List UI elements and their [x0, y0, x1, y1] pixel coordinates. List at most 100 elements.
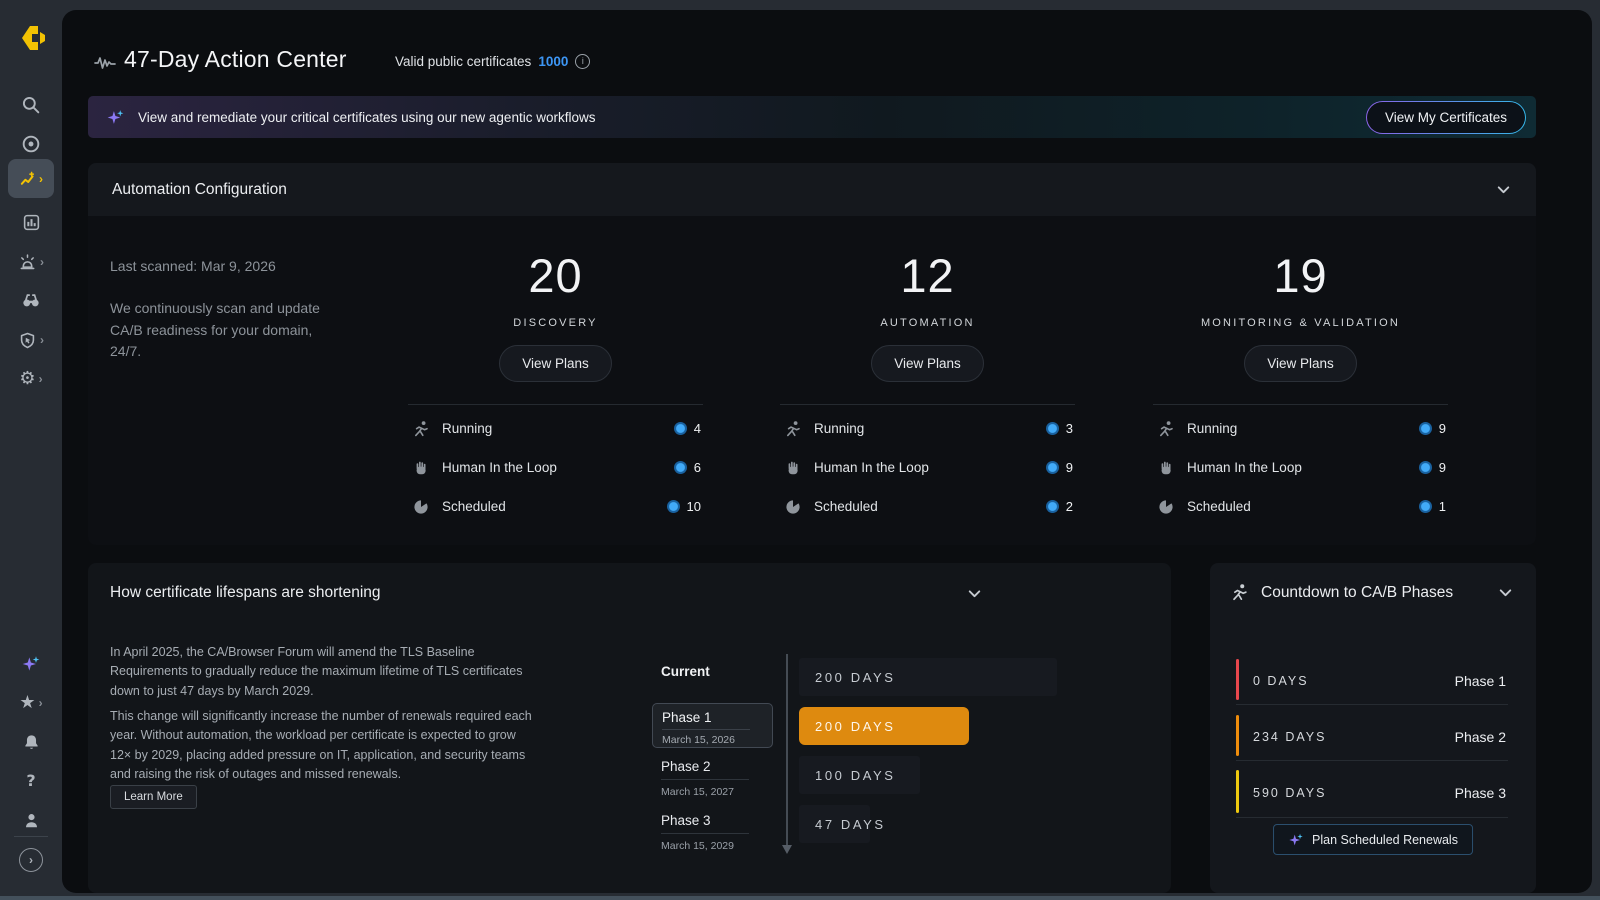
brand-logo-icon[interactable]	[16, 22, 48, 54]
countdown-header: Countdown to CA/B Phases	[1210, 563, 1536, 602]
status-row-running[interactable]: Running 4	[408, 409, 703, 448]
status-row-running[interactable]: Running 3	[780, 409, 1075, 448]
panel-title: How certificate lifespans are shortening	[110, 584, 381, 602]
phase-accent-bar	[1236, 715, 1239, 756]
status-count: 9	[1419, 460, 1446, 475]
main-surface: 47-Day Action Center Valid public certif…	[62, 10, 1592, 893]
clock-icon	[784, 498, 802, 516]
status-row-scheduled[interactable]: Scheduled 10	[408, 487, 703, 526]
phase-name: Phase 1	[662, 710, 750, 730]
status-label: Human In the Loop	[1187, 460, 1302, 475]
hand-icon	[412, 459, 430, 477]
stat-count: 20	[408, 248, 703, 303]
chevron-down-icon[interactable]	[1495, 181, 1512, 198]
phase-tab-3[interactable]: Phase 3 March 15, 2029	[661, 812, 761, 852]
sidebar-item-notifications[interactable]	[0, 725, 62, 759]
chevron-right-icon: ›	[39, 372, 43, 386]
chevron-right-icon: ›	[40, 255, 44, 269]
status-row-human-in-the-loop[interactable]: Human In the Loop 9	[780, 448, 1075, 487]
valid-certificates-label: Valid public certificates	[395, 54, 531, 69]
chevron-right-circle-icon: ›	[19, 848, 43, 872]
status-count: 2	[1046, 499, 1073, 514]
automation-configuration-header[interactable]: Automation Configuration	[88, 163, 1536, 216]
status-label: Scheduled	[814, 499, 878, 514]
sidebar-item-search[interactable]	[0, 88, 62, 122]
panel-title: Automation Configuration	[112, 181, 287, 199]
stat-label: AUTOMATION	[780, 317, 1075, 329]
count-dot-icon	[1046, 422, 1059, 435]
sidebar-item-favorites[interactable]: ★ ›	[0, 686, 62, 720]
sidebar-item-alerts[interactable]: ›	[0, 245, 62, 279]
chevron-right-icon: ›	[39, 172, 43, 186]
sidebar-item-ai-assistant[interactable]	[0, 647, 62, 681]
status-label: Scheduled	[1187, 499, 1251, 514]
phase-tab-1-selected[interactable]: Phase 1 March 15, 2026	[652, 703, 773, 748]
phase-tab-2[interactable]: Phase 2 March 15, 2027	[661, 758, 761, 798]
phase-accent-bar	[1236, 770, 1239, 813]
question-mark-icon: ?	[26, 773, 35, 789]
phase-accent-bar	[1236, 659, 1239, 700]
lifespans-paragraph-1: In April 2025, the CA/Browser Forum will…	[110, 643, 538, 701]
lifespan-bar: 47 DAYS	[799, 805, 870, 843]
clock-icon	[412, 498, 430, 516]
lifespans-paragraph-2: This change will significantly increase …	[110, 707, 538, 785]
valid-certificates-summary: Valid public certificates 1000 i	[395, 54, 590, 69]
status-row-human-in-the-loop[interactable]: Human In the Loop 9	[1153, 448, 1448, 487]
sidebar-item-help[interactable]: ?	[0, 764, 62, 798]
sparkles-icon	[1288, 832, 1304, 848]
sidebar-item-automation-workflows-active[interactable]: ›	[8, 159, 54, 198]
phase-date: March 15, 2027	[661, 786, 761, 798]
view-plans-button[interactable]: View Plans	[499, 345, 612, 382]
chevron-down-icon[interactable]	[1497, 584, 1514, 601]
learn-more-button[interactable]: Learn More	[110, 785, 197, 809]
days-remaining: 590 DAYS	[1253, 786, 1326, 800]
clock-icon	[1157, 498, 1175, 516]
status-label: Scheduled	[442, 499, 506, 514]
runner-icon	[412, 420, 430, 438]
status-rows: Running 3 Human In the Loop 9 Scheduled …	[780, 404, 1075, 526]
status-count: 1	[1419, 499, 1446, 514]
scan-note: Last scanned: Mar 9, 2026 We continuousl…	[110, 258, 325, 363]
agentic-workflows-banner: View and remediate your critical certifi…	[88, 96, 1536, 138]
status-label: Running	[814, 421, 864, 436]
status-row-running[interactable]: Running 9	[1153, 409, 1448, 448]
chevron-down-icon[interactable]	[966, 585, 983, 602]
info-icon[interactable]: i	[575, 54, 590, 69]
runner-icon	[1230, 583, 1249, 602]
hand-icon	[1157, 459, 1175, 477]
sidebar-item-reports[interactable]	[0, 205, 62, 239]
status-row-scheduled[interactable]: Scheduled 1	[1153, 487, 1448, 526]
view-plans-button[interactable]: View Plans	[1244, 345, 1357, 382]
siren-icon	[18, 253, 37, 272]
banner-text: View and remediate your critical certifi…	[138, 110, 595, 125]
valid-certificates-count[interactable]: 1000	[538, 54, 568, 69]
status-count: 3	[1046, 421, 1073, 436]
sidebar-item-scan-target[interactable]	[0, 127, 62, 161]
status-row-scheduled[interactable]: Scheduled 2	[780, 487, 1075, 526]
countdown-row-phase-3: 590 DAYS Phase 3	[1236, 768, 1508, 818]
status-label: Running	[442, 421, 492, 436]
count-dot-icon	[1419, 422, 1432, 435]
plan-scheduled-renewals-button[interactable]: Plan Scheduled Renewals	[1273, 824, 1473, 855]
sidebar: › › › ⚙ › ★ › ? ›	[0, 0, 62, 900]
view-my-certificates-button[interactable]: View My Certificates	[1366, 101, 1526, 134]
binoculars-icon	[21, 290, 41, 310]
count-dot-icon	[667, 500, 680, 513]
sidebar-item-remediation[interactable]: ›	[0, 323, 62, 357]
sparkles-icon	[106, 108, 125, 127]
bar-chart-icon	[22, 213, 41, 232]
sidebar-collapse-button[interactable]: ›	[0, 843, 62, 877]
sidebar-item-settings[interactable]: ⚙ ›	[0, 362, 62, 396]
view-plans-button[interactable]: View Plans	[871, 345, 984, 382]
status-row-human-in-the-loop[interactable]: Human In the Loop 6	[408, 448, 703, 487]
status-rows: Running 9 Human In the Loop 9 Scheduled …	[1153, 404, 1448, 526]
lifespan-bar-highlighted: 200 DAYS	[799, 707, 969, 745]
automation-configuration-panel: Automation Configuration Last scanned: M…	[88, 163, 1536, 545]
status-label: Human In the Loop	[442, 460, 557, 475]
sidebar-item-account[interactable]	[0, 803, 62, 837]
days-remaining: 0 DAYS	[1253, 674, 1309, 688]
sidebar-item-discovery[interactable]	[0, 283, 62, 317]
gear-icon: ⚙	[19, 370, 35, 388]
lifespan-bar: 200 DAYS	[799, 658, 1057, 696]
sidebar-divider	[14, 836, 48, 837]
